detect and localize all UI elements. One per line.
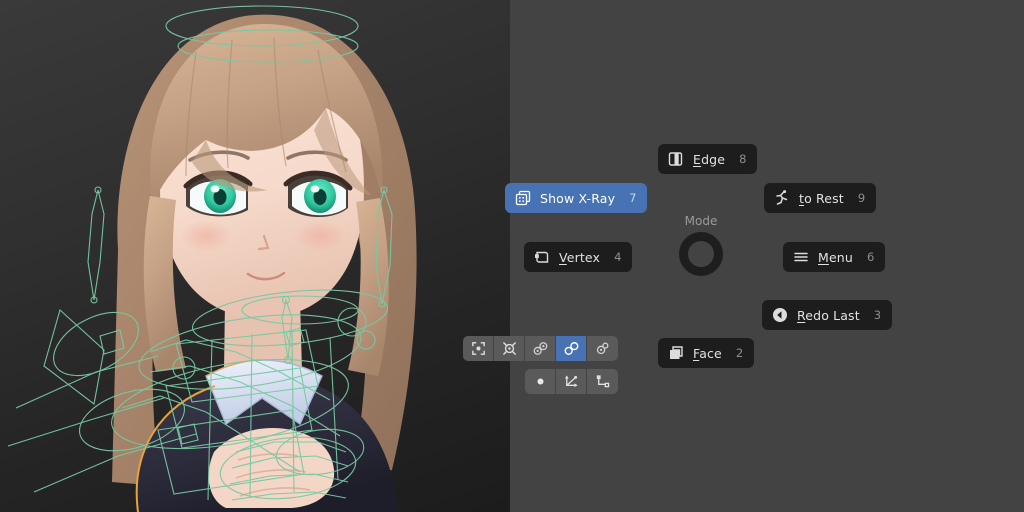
pie-item-show-x-ray[interactable]: Show X-Ray 7 <box>505 183 648 213</box>
pie-item-redo-last-key: 3 <box>873 308 882 322</box>
pie-item-vertex-key: 4 <box>614 250 622 264</box>
pie-item-redo-last[interactable]: Redo Last 3 <box>762 300 893 330</box>
hamburger-icon <box>794 252 808 262</box>
pie-item-menu[interactable]: Menu 6 <box>783 242 886 272</box>
snap-closest-icon <box>533 342 547 355</box>
pie-item-to-rest-rest: o Rest <box>804 190 844 206</box>
transform-toolbar[interactable] <box>525 369 618 394</box>
pie-item-vertex[interactable]: Vertex 4 <box>524 242 633 272</box>
edge-select-icon <box>668 152 683 166</box>
pie-item-to-rest[interactable]: to Rest 9 <box>764 183 877 213</box>
pie-item-face-key: 2 <box>735 346 744 360</box>
snap-median-icon <box>596 342 609 355</box>
pie-menu-center: Mode <box>664 214 738 288</box>
individual-origins-icon <box>502 342 516 355</box>
pie-item-menu-key: 6 <box>866 250 875 264</box>
pie-item-edge-label: Edge <box>693 151 726 167</box>
tool-proportional-editing[interactable] <box>525 369 556 394</box>
dot-icon <box>536 378 544 385</box>
pie-item-redo-last-label: Redo Last <box>797 307 860 323</box>
pie-center-label: Mode <box>684 214 718 228</box>
tool-pivot-bounding-box[interactable] <box>463 336 494 361</box>
armature-bone-overlay[interactable] <box>0 0 510 512</box>
pie-center-ring[interactable] <box>679 232 723 276</box>
pose-rest-icon <box>776 190 788 205</box>
pie-item-face[interactable]: Face 2 <box>658 338 755 368</box>
pivot-transform-icon <box>596 375 610 388</box>
3d-viewport[interactable] <box>0 0 510 512</box>
pivot-box-icon <box>471 342 485 355</box>
pie-item-to-rest-label: to Rest <box>799 190 844 206</box>
pie-item-face-label: Face <box>693 345 722 361</box>
tool-transform-orientation[interactable] <box>556 369 587 394</box>
pie-item-redo-last-rest: edo Last <box>805 307 860 323</box>
pie-item-to-rest-key: 9 <box>857 191 866 205</box>
pie-item-vertex-rest: ertex <box>566 249 601 265</box>
tool-snap-median[interactable] <box>587 336 618 361</box>
snap-toolbar[interactable] <box>463 336 618 361</box>
pie-item-edge[interactable]: Edge 8 <box>658 144 758 174</box>
blender-viewport-screen: Edge 8 to Rest 9 Show X-Ray 7 Menu 6 Ver… <box>0 0 1024 512</box>
pie-item-show-x-ray-key: 7 <box>629 191 637 205</box>
pie-item-face-rest: ace <box>699 345 722 361</box>
axes-gizmo-icon <box>564 375 578 388</box>
tool-pivot-individual[interactable] <box>494 336 525 361</box>
pie-item-edge-key: 8 <box>739 152 747 166</box>
x-ray-icon <box>515 190 531 206</box>
pie-item-vertex-label: Vertex <box>559 249 601 265</box>
redo-icon <box>773 308 787 322</box>
vertex-select-icon <box>535 251 549 263</box>
snap-center-icon <box>564 342 578 355</box>
pie-item-show-x-ray-label: Show X-Ray <box>540 190 616 206</box>
tool-snap-closest[interactable] <box>525 336 556 361</box>
pie-item-menu-rest: enu <box>828 249 853 265</box>
face-select-icon <box>670 346 683 359</box>
tool-snap-center[interactable] <box>556 336 587 361</box>
pie-item-edge-rest: dge <box>701 151 726 167</box>
pie-item-menu-label: Menu <box>818 249 853 265</box>
tool-transform-pivot[interactable] <box>587 369 618 394</box>
